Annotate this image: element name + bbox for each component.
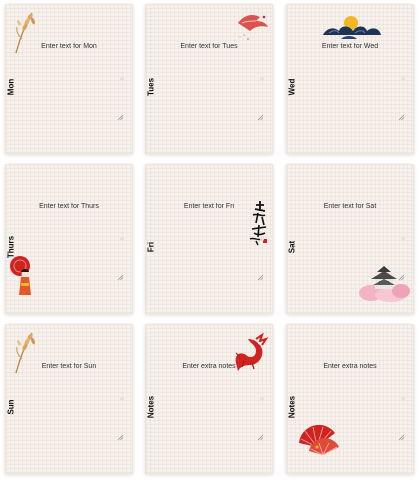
day-card-wed: Enter text for Wed Wed — [286, 4, 414, 154]
scroll-dot — [260, 237, 264, 241]
day-card-fri: Enter text for Fri Fri — [145, 164, 273, 314]
scroll-dot — [401, 397, 405, 401]
day-card-sat: Enter text for Sat Sat — [286, 164, 414, 314]
scroll-dot — [260, 77, 264, 81]
sun-clouds-icon — [323, 16, 381, 39]
card-prompt-text[interactable]: Enter text for Fri — [152, 203, 266, 210]
castle-icon — [359, 266, 410, 302]
day-card-thurs: Enter text for Thurs Thurs — [5, 164, 133, 314]
card-prompt-text[interactable]: Enter text for Tues — [152, 43, 266, 50]
card-prompt-text[interactable]: Enter text for Mon — [12, 43, 126, 50]
day-card-tues: Enter text for Tues Tues — [145, 4, 273, 154]
resize-handle-icon[interactable] — [257, 434, 264, 441]
scroll-dot — [120, 397, 124, 401]
resize-handle-icon[interactable] — [257, 114, 264, 121]
scroll-dot — [401, 77, 405, 81]
day-card-sun: Enter text for Sun Sun — [5, 324, 133, 474]
card-prompt-text[interactable]: Enter extra notes — [293, 363, 407, 370]
scroll-dot — [401, 237, 405, 241]
geisha-icon — [10, 256, 31, 295]
card-prompt-text[interactable]: Enter extra notes — [152, 363, 266, 370]
card-prompt-text[interactable]: Enter text for Thurs — [12, 203, 126, 210]
card-prompt-text[interactable]: Enter text for Wed — [293, 43, 407, 50]
scroll-dot — [120, 237, 124, 241]
resize-handle-icon[interactable] — [398, 114, 405, 121]
resize-handle-icon[interactable] — [117, 274, 124, 281]
fans-icon — [299, 424, 339, 456]
resize-handle-icon[interactable] — [117, 434, 124, 441]
resize-handle-icon[interactable] — [257, 274, 264, 281]
scroll-dot — [120, 77, 124, 81]
resize-handle-icon[interactable] — [398, 274, 405, 281]
day-card-mon: Enter text for Mon Mon — [5, 4, 133, 154]
crane-icon — [238, 15, 268, 40]
card-prompt-text[interactable]: Enter text for Sat — [293, 203, 407, 210]
scroll-dot — [260, 397, 264, 401]
card-prompt-text[interactable]: Enter text for Sun — [12, 363, 126, 370]
notes-card-1: Enter extra notes Notes — [145, 324, 273, 474]
resize-handle-icon[interactable] — [398, 434, 405, 441]
resize-handle-icon[interactable] — [117, 114, 124, 121]
notes-card-2: Enter extra notes Notes — [286, 324, 414, 474]
